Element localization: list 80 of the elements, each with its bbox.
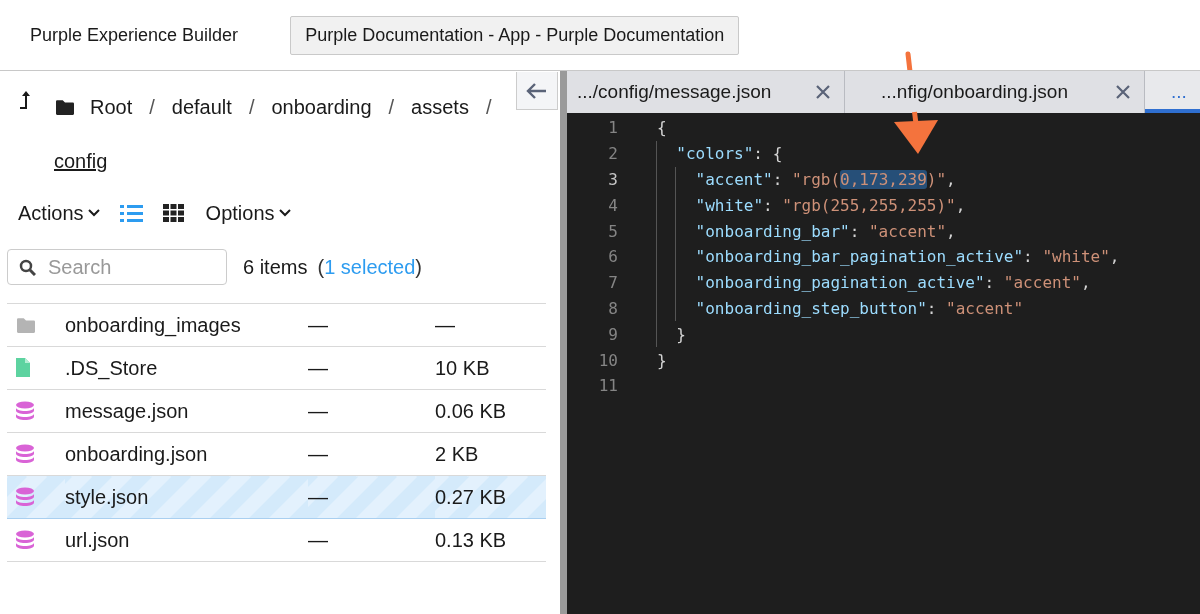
list-icon — [119, 203, 143, 223]
line-number: 1 — [607, 118, 618, 138]
line-number: 3 — [607, 170, 618, 189]
breadcrumb-separator: / — [388, 95, 395, 120]
breadcrumb-link[interactable]: Root — [90, 89, 133, 125]
file-size: 0.13 KB — [435, 528, 507, 551]
app-button[interactable]: Purple Documentation - App - Purple Documentation — [290, 15, 740, 55]
file-row[interactable]: onboarding_images — — — [7, 303, 546, 347]
modified-date: — — [308, 356, 328, 379]
line-number: 4 — [607, 195, 618, 215]
file-name: url.json — [65, 528, 130, 551]
item-count: 6 items — [243, 255, 308, 279]
breadcrumb-separator: / — [248, 95, 255, 120]
file-name: onboarding_images — [65, 313, 241, 336]
modified-date: — — [308, 485, 328, 508]
up-arrow-icon — [20, 89, 32, 111]
database-icon — [15, 487, 35, 507]
database-icon — [15, 530, 35, 550]
modified-date: — — [308, 528, 328, 551]
file-icon — [15, 358, 31, 378]
chevron-down-icon — [87, 209, 100, 217]
grid-icon — [162, 203, 186, 223]
parenthesis: ( — [317, 255, 325, 278]
file-name: style.json — [65, 485, 149, 508]
file-name: onboarding.json — [65, 442, 208, 465]
file-name: .DS_Store — [65, 356, 158, 379]
line-number: 8 — [607, 298, 618, 318]
modified-date: — — [308, 313, 328, 336]
file-row[interactable]: style.json — 0.27 KB — [7, 475, 546, 519]
database-icon — [15, 401, 35, 421]
search-field[interactable]: Search — [7, 249, 227, 285]
breadcrumb-link[interactable]: default — [171, 89, 232, 125]
code-line: } — [657, 350, 667, 370]
file-row[interactable]: url.json — 0.13 KB — [7, 518, 546, 562]
grid-view-button[interactable] — [162, 203, 186, 223]
actions-dropdown[interactable]: Actions — [18, 201, 100, 225]
line-number: 6 — [607, 247, 618, 267]
breadcrumb-link[interactable]: onboarding — [271, 89, 372, 125]
list-view-button[interactable] — [119, 203, 143, 223]
line-number: 11 — [597, 376, 618, 396]
breadcrumb-separator: / — [149, 95, 155, 120]
code-line: "onboarding_pagination_active": "accent", — [695, 273, 1091, 293]
file-size: 0.06 KB — [435, 399, 507, 422]
back-arrow-icon — [525, 80, 549, 101]
code-line: "onboarding_bar_pagination_active": "white", — [695, 247, 1120, 267]
file-size: 0.27 KB — [435, 485, 507, 508]
code-line: "accent": "rgb(0,173,239)", — [695, 170, 956, 189]
chevron-down-icon — [278, 209, 291, 217]
database-icon — [15, 444, 35, 464]
line-number: 7 — [607, 273, 618, 293]
line-number: 10 — [597, 350, 618, 370]
breadcrumb-link[interactable]: assets — [411, 89, 469, 125]
file-size: 10 KB — [435, 356, 490, 379]
modified-date: — — [308, 442, 328, 465]
options-dropdown[interactable]: Options — [205, 201, 291, 225]
code-line: "onboarding_step_button": "accent" — [695, 298, 1024, 318]
parenthesis: ) — [415, 255, 422, 278]
file-size: 2 KB — [435, 442, 479, 465]
line-number: 2 — [607, 144, 618, 164]
breadcrumb-separator: / — [485, 95, 492, 120]
code-line: "onboarding_bar": "accent", — [695, 221, 956, 241]
code-line: "white": "rgb(255,255,255)", — [695, 195, 966, 215]
folder-icon — [54, 98, 76, 116]
modified-date: — — [308, 399, 328, 422]
code-line: } — [676, 324, 686, 344]
folder-icon — [15, 316, 37, 334]
breadcrumb-link[interactable]: config — [54, 143, 108, 179]
file-name: message.json — [65, 399, 189, 422]
code-line: "colors": { — [676, 144, 783, 164]
file-size: — — [435, 313, 455, 336]
code-line: { — [657, 118, 667, 138]
editor-tab[interactable]: ... — [1145, 71, 1200, 113]
app-title: Purple Experience Builder — [30, 24, 239, 46]
search-icon — [19, 259, 36, 276]
line-number: 9 — [607, 324, 618, 344]
line-number: 5 — [607, 221, 618, 241]
collapse-button[interactable] — [516, 72, 558, 110]
file-row[interactable]: .DS_Store — 10 KB — [7, 346, 546, 390]
file-row[interactable]: message.json — 0.06 KB — [7, 389, 546, 433]
file-row[interactable]: onboarding.json — 2 KB — [7, 432, 546, 476]
